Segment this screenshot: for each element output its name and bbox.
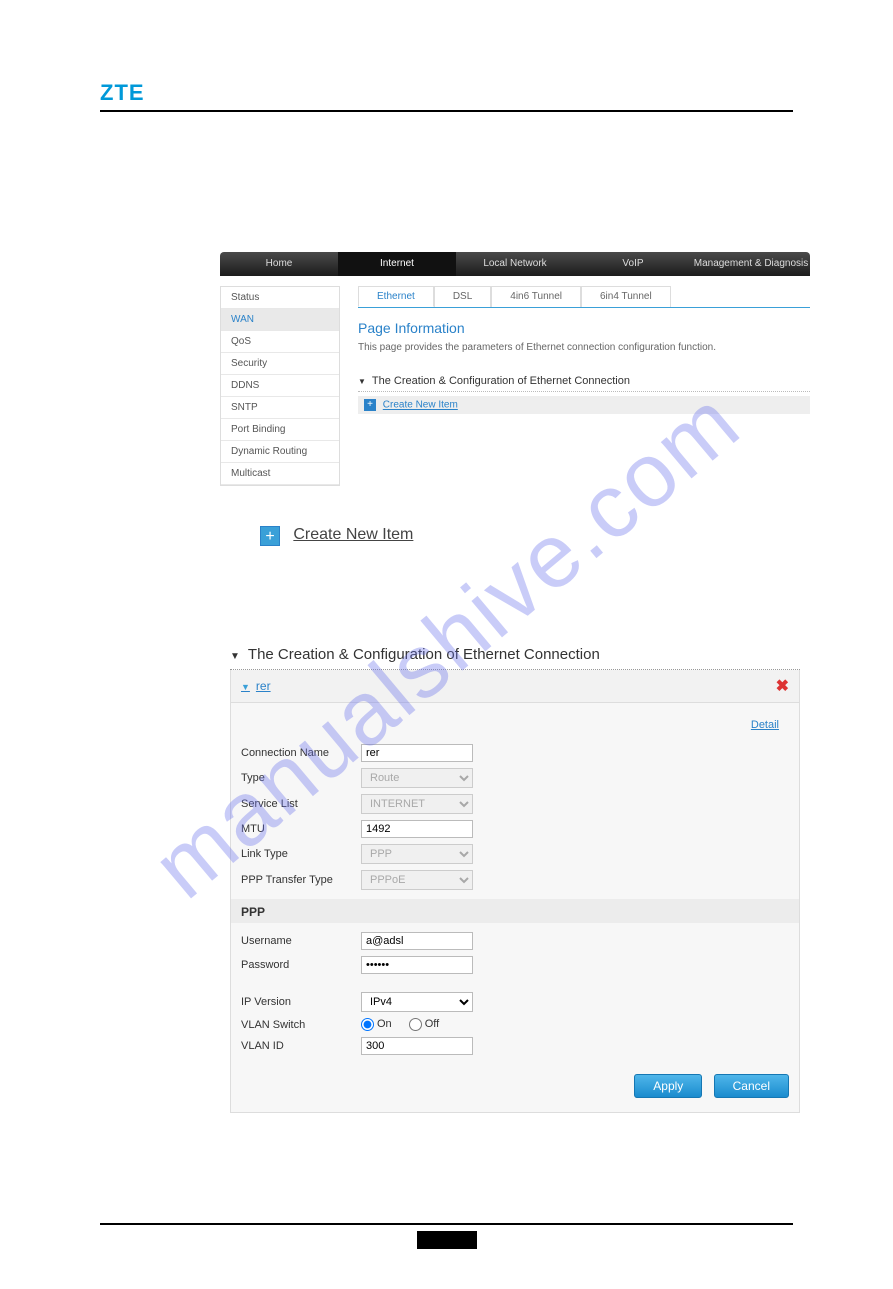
footer-page-block (417, 1231, 477, 1249)
brand-logo: ZTE (100, 80, 793, 106)
page-title: Page Information (358, 320, 810, 336)
create-row: + Create New Item (358, 396, 810, 414)
section-header-ethernet[interactable]: The Creation & Configuration of Ethernet… (358, 371, 810, 392)
sidebar-item-security[interactable]: Security (221, 353, 339, 375)
item-header: rer ✖ (230, 670, 800, 703)
nav-voip[interactable]: VoIP (574, 252, 692, 276)
apply-button[interactable]: Apply (634, 1074, 702, 1098)
password-input[interactable] (361, 956, 473, 974)
ppptransfer-select[interactable]: PPPoE (361, 870, 473, 890)
type-select[interactable]: Route (361, 768, 473, 788)
ipver-label: IP Version (241, 996, 361, 1008)
create-new-item-enlarged: + Create New Item (260, 526, 793, 546)
tab-4in6[interactable]: 4in6 Tunnel (491, 286, 581, 307)
service-select[interactable]: INTERNET (361, 794, 473, 814)
plus-icon-large[interactable]: + (260, 526, 280, 546)
sidebar-item-status[interactable]: Status (221, 287, 339, 309)
sidebar-item-qos[interactable]: QoS (221, 331, 339, 353)
vlanid-label: VLAN ID (241, 1040, 361, 1052)
page-description: This page provides the parameters of Eth… (358, 342, 810, 353)
type-label: Type (241, 772, 361, 784)
sidebar-item-wan[interactable]: WAN (221, 309, 339, 331)
conn-name-input[interactable] (361, 744, 473, 762)
sidebar-item-multicast[interactable]: Multicast (221, 463, 339, 485)
password-label: Password (241, 959, 361, 971)
ipver-select[interactable]: IPv4 (361, 992, 473, 1012)
mtu-label: MTU (241, 823, 361, 835)
vlan-off-radio[interactable] (409, 1018, 422, 1031)
section-header-ethernet-2[interactable]: The Creation & Configuration of Ethernet… (230, 646, 800, 670)
item-name-link[interactable]: rer (241, 679, 271, 693)
vlan-on-label: On (377, 1018, 392, 1030)
vlanid-input[interactable] (361, 1037, 473, 1055)
detail-link[interactable]: Detail (751, 719, 779, 731)
cancel-button[interactable]: Cancel (714, 1074, 789, 1098)
nav-mgmt-diag[interactable]: Management & Diagnosis (692, 252, 810, 276)
form-body: Detail Connection Name Type Route Servic… (230, 703, 800, 1113)
create-new-item-link-large[interactable]: Create New Item (293, 526, 413, 543)
conn-name-label: Connection Name (241, 747, 361, 759)
create-new-item-link[interactable]: Create New Item (383, 400, 458, 411)
sidebar-item-ddns[interactable]: DDNS (221, 375, 339, 397)
tab-6in4[interactable]: 6in4 Tunnel (581, 286, 671, 307)
sidebar-item-dynamic-routing[interactable]: Dynamic Routing (221, 441, 339, 463)
mtu-input[interactable] (361, 820, 473, 838)
sidebar: Status WAN QoS Security DDNS SNTP Port B… (220, 286, 340, 486)
sub-tabs: Ethernet DSL 4in6 Tunnel 6in4 Tunnel (358, 286, 810, 308)
delete-icon[interactable]: ✖ (776, 676, 789, 696)
sidebar-item-sntp[interactable]: SNTP (221, 397, 339, 419)
footer-rule (100, 1223, 793, 1225)
vlan-on-radio[interactable] (361, 1018, 374, 1031)
linktype-label: Link Type (241, 848, 361, 860)
username-label: Username (241, 935, 361, 947)
linktype-select[interactable]: PPP (361, 844, 473, 864)
ppptransfer-label: PPP Transfer Type (241, 874, 361, 886)
username-input[interactable] (361, 932, 473, 950)
ppp-header: PPP (231, 899, 799, 923)
vlansw-label: VLAN Switch (241, 1019, 361, 1031)
nav-internet[interactable]: Internet (338, 252, 456, 276)
nav-local-network[interactable]: Local Network (456, 252, 574, 276)
header-rule (100, 110, 793, 112)
vlan-off-label: Off (425, 1018, 439, 1030)
tab-ethernet[interactable]: Ethernet (358, 286, 434, 307)
config-panel: The Creation & Configuration of Ethernet… (230, 646, 800, 1113)
sidebar-item-port-binding[interactable]: Port Binding (221, 419, 339, 441)
router-ui-screenshot: Home Internet Local Network VoIP Managem… (220, 252, 810, 486)
top-nav: Home Internet Local Network VoIP Managem… (220, 252, 810, 276)
plus-icon[interactable]: + (364, 399, 376, 411)
nav-home[interactable]: Home (220, 252, 338, 276)
tab-dsl[interactable]: DSL (434, 286, 491, 307)
service-label: Service List (241, 798, 361, 810)
